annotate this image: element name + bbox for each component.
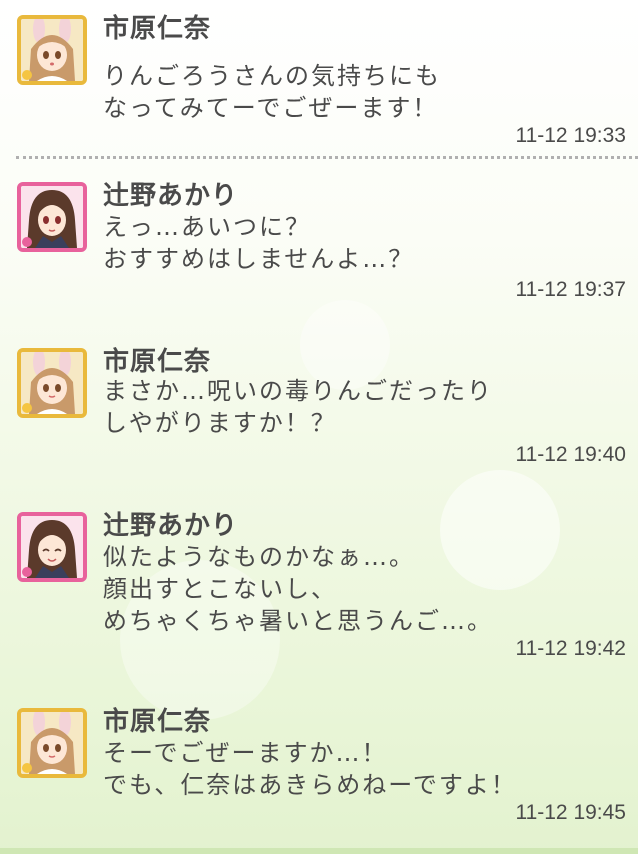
akari-avatar[interactable] bbox=[17, 512, 87, 582]
message-text: 顔出すとこないし、 bbox=[103, 575, 337, 603]
message-item[interactable]: 辻野あかり 似たようなものかなぁ…。 顔出すとこないし、 めちゃくちゃ暑いと思う… bbox=[0, 497, 638, 660]
sender-name: 市原仁奈 bbox=[103, 14, 212, 44]
message-text: でも、仁奈はあきらめねーですよ！ bbox=[103, 771, 517, 799]
timestamp: 11-12 19:40 bbox=[515, 443, 626, 466]
message-text: えっ…あいつに？ bbox=[103, 213, 311, 241]
message-item[interactable]: 辻野あかり えっ…あいつに？ おすすめはしませんよ…？ 11-12 19:37 bbox=[0, 167, 638, 327]
message-item[interactable]: 市原仁奈 りんごろうさんの気持ちにも なってみてーでごぜーます！ 11-12 1… bbox=[0, 0, 638, 160]
bottom-bar bbox=[0, 848, 638, 854]
message-item[interactable]: 市原仁奈 そーでごぜーますか…！ でも、仁奈はあきらめねーですよ！ 11-12 … bbox=[0, 693, 638, 853]
message-text: りんごろうさんの気持ちにも bbox=[103, 62, 441, 90]
section-divider bbox=[16, 156, 638, 159]
nina-avatar[interactable] bbox=[17, 708, 87, 778]
timestamp: 11-12 19:42 bbox=[515, 637, 626, 660]
nina-avatar[interactable] bbox=[17, 348, 87, 418]
message-text: めちゃくちゃ暑いと思うんご…。 bbox=[103, 607, 493, 635]
timestamp: 11-12 19:33 bbox=[515, 124, 626, 147]
akari-avatar[interactable] bbox=[17, 182, 87, 252]
timestamp: 11-12 19:37 bbox=[515, 278, 626, 301]
message-text: 似たようなものかなぁ…。 bbox=[103, 543, 415, 571]
message-text: しやがりますか！？ bbox=[103, 409, 337, 437]
timestamp: 11-12 19:45 bbox=[515, 801, 626, 824]
message-text: そーでごぜーますか…！ bbox=[103, 739, 388, 767]
message-text: まさか…呪いの毒りんごだったり bbox=[103, 377, 493, 405]
nina-avatar[interactable] bbox=[17, 15, 87, 85]
message-text: なってみてーでごぜーます！ bbox=[103, 94, 439, 122]
message-item[interactable]: 市原仁奈 まさか…呪いの毒りんごだったり しやがりますか！？ 11-12 19:… bbox=[0, 333, 638, 493]
message-text: おすすめはしませんよ…？ bbox=[103, 245, 415, 273]
